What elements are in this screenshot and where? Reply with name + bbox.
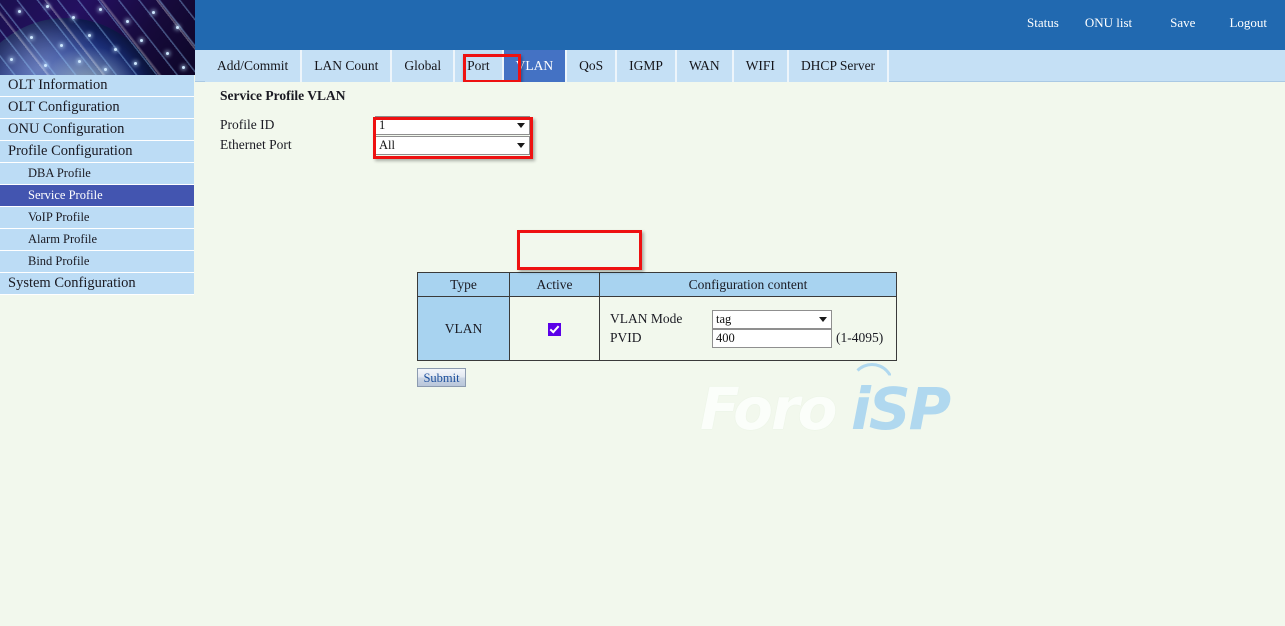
sidebar-item-profile-configuration[interactable]: Profile Configuration xyxy=(0,141,194,163)
column-header-configuration-content: Configuration content xyxy=(599,272,897,297)
nav-link-status[interactable]: Status xyxy=(1027,15,1059,31)
sidebar-item-onu-configuration[interactable]: ONU Configuration xyxy=(0,119,194,141)
column-header-type: Type xyxy=(417,272,510,297)
light-dots xyxy=(0,0,195,75)
tab-port[interactable]: Port xyxy=(455,50,504,82)
sidebar-item-system-configuration[interactable]: System Configuration xyxy=(0,273,194,295)
pvid-range-hint: (1-4095) xyxy=(836,330,884,345)
ethernet-port-label: Ethernet Port xyxy=(220,137,292,152)
tab-wifi[interactable]: WIFI xyxy=(733,50,789,82)
page-root: Status ONU list Save Logout Add/Commit LA… xyxy=(0,0,1285,626)
watermark-text-isp: iSP xyxy=(851,375,951,443)
profile-id-label: Profile ID xyxy=(220,117,275,132)
sidebar-item-alarm-profile[interactable]: Alarm Profile xyxy=(0,229,194,251)
tab-igmp[interactable]: IGMP xyxy=(617,50,677,82)
tab-qos[interactable]: QoS xyxy=(567,50,618,82)
tab-vlan[interactable]: VLAN xyxy=(503,50,568,82)
nav-link-onu-list[interactable]: ONU list xyxy=(1085,15,1132,31)
tab-wan[interactable]: WAN xyxy=(676,50,734,82)
top-header-bar: Status ONU list Save Logout xyxy=(195,0,1285,50)
sidebar-item-olt-information[interactable]: OLT Information xyxy=(0,75,194,97)
tab-bar: Add/Commit LAN Count Global Port VLAN QoS IGMP… xyxy=(195,50,1285,82)
vlan-mode-select[interactable]: tag xyxy=(712,309,832,329)
tab-list: Add/Commit LAN Count Global Port VLAN QoS IGMP… xyxy=(205,50,890,82)
form-row-profile-id: Profile ID 1 xyxy=(220,115,530,135)
sidebar-item-service-profile[interactable]: Service Profile xyxy=(0,185,194,207)
pvid-input[interactable] xyxy=(712,328,832,348)
watermark-text-foro: Foro xyxy=(700,375,837,443)
table-header-row: Type Active Configuration content xyxy=(417,272,897,297)
column-header-active: Active xyxy=(509,272,600,297)
main-content: Service Profile VLAN Profile ID 1 Ethern… xyxy=(195,82,1285,626)
watermark-foroisp: Foro iSP xyxy=(700,363,980,447)
profile-filter-form: Profile ID 1 Ethernet Port All xyxy=(220,115,530,155)
cell-configuration-content: VLAN Mode tag PVID (1-4095) xyxy=(599,296,897,361)
active-checkbox[interactable] xyxy=(548,322,561,336)
profile-id-select[interactable]: 1 xyxy=(375,115,530,135)
vlan-config-table: Type Active Configuration content VLAN V… xyxy=(417,272,897,361)
vlan-mode-label: VLAN Mode xyxy=(610,311,683,326)
sidebar-item-voip-profile[interactable]: VoIP Profile xyxy=(0,207,194,229)
nav-link-save[interactable]: Save xyxy=(1170,15,1195,31)
nav-link-logout[interactable]: Logout xyxy=(1229,15,1267,31)
table-head: Type Active Configuration content xyxy=(417,272,897,297)
cell-active xyxy=(509,296,600,361)
brand-banner-globe-image xyxy=(0,0,195,75)
tab-lan-count[interactable]: LAN Count xyxy=(302,50,393,82)
vlan-mode-select-wrap: tag xyxy=(712,309,832,329)
top-nav-links: Status ONU list Save Logout xyxy=(1027,15,1267,31)
config-row-pvid: PVID (1-4095) xyxy=(610,328,896,348)
tab-dhcp-server[interactable]: DHCP Server xyxy=(788,50,890,82)
config-row-vlan-mode: VLAN Mode tag xyxy=(610,309,896,329)
tab-global[interactable]: Global xyxy=(392,50,456,82)
sidebar-item-bind-profile[interactable]: Bind Profile xyxy=(0,251,194,273)
page-title: Service Profile VLAN xyxy=(220,88,346,103)
pvid-label: PVID xyxy=(610,330,642,345)
sidebar-item-dba-profile[interactable]: DBA Profile xyxy=(0,163,194,185)
sidebar-nav: OLT Information OLT Configuration ONU Conf… xyxy=(0,75,195,626)
form-row-ethernet-port: Ethernet Port All xyxy=(220,135,530,155)
table-body: VLAN VLAN Mode tag PVID 400 (1-4095) xyxy=(417,296,897,361)
submit-button[interactable]: Submit xyxy=(417,368,466,387)
table-row: VLAN VLAN Mode tag PVID 400 (1-4095) xyxy=(417,296,897,361)
sidebar-item-olt-configuration[interactable]: OLT Configuration xyxy=(0,97,194,119)
ethernet-port-select[interactable]: All xyxy=(375,135,530,155)
tab-add-commit[interactable]: Add/Commit xyxy=(205,50,303,82)
wifi-arc-icon xyxy=(850,363,894,385)
cell-type-vlan: VLAN xyxy=(417,296,510,361)
ethernet-port-select-wrap: All xyxy=(375,135,530,155)
profile-id-select-wrap: 1 xyxy=(375,115,530,135)
